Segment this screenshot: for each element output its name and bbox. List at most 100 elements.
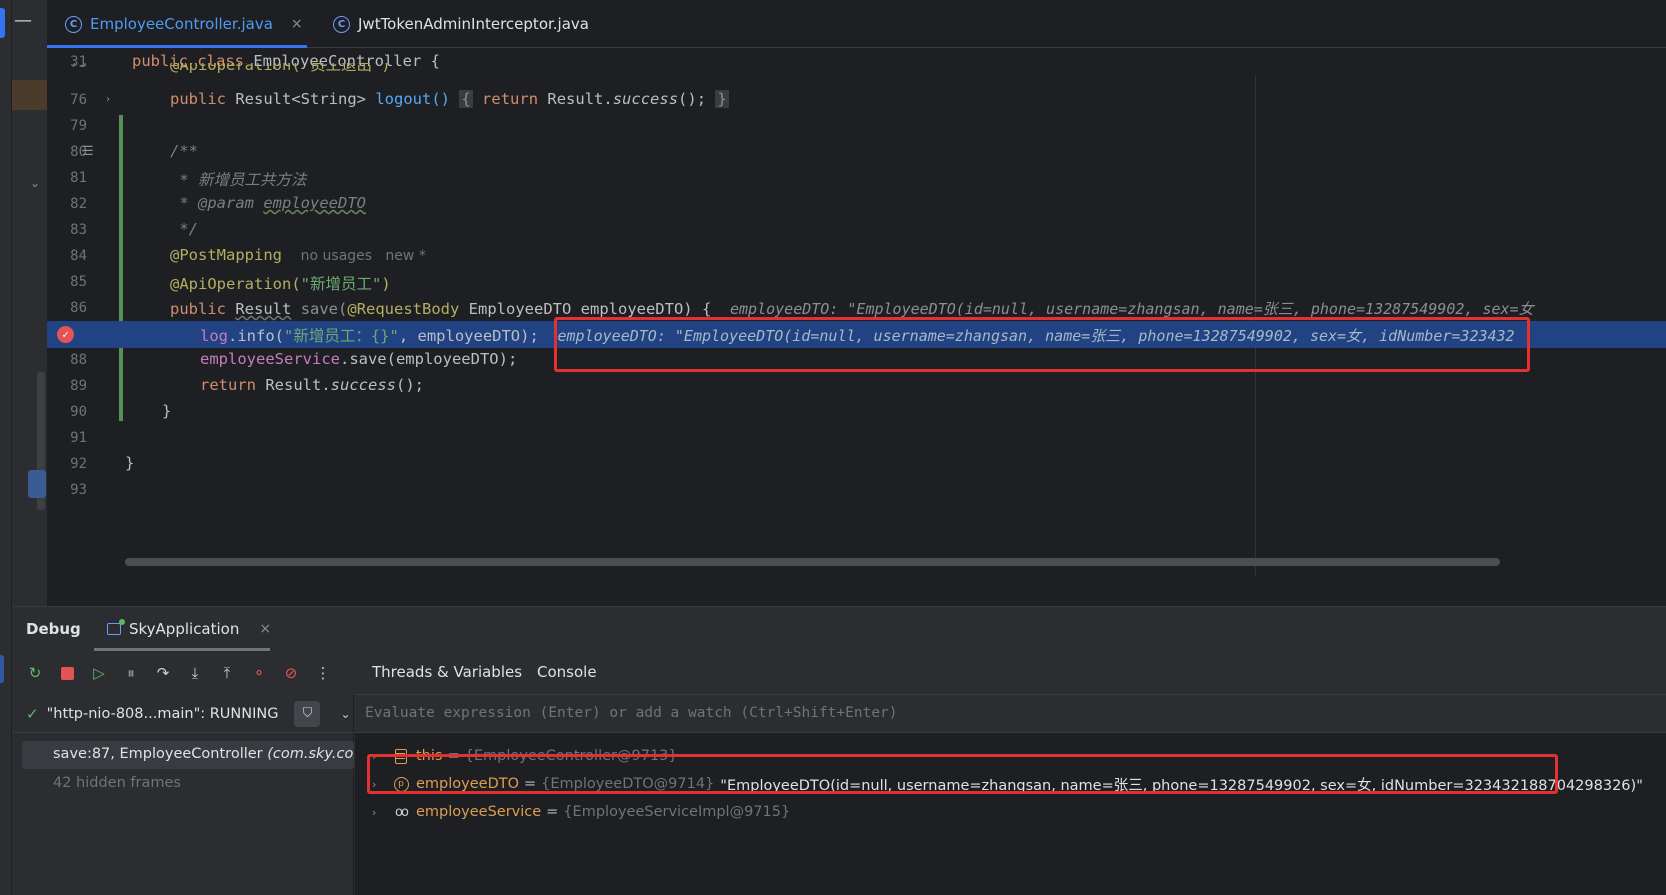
tab-label: JwtTokenAdminInterceptor.java [358, 15, 589, 33]
pause-icon[interactable]: ⏸ [122, 664, 140, 682]
field-icon: oo [395, 804, 409, 820]
chevron-down-icon[interactable]: ⌄ [340, 707, 350, 721]
thread-selector[interactable]: ✓ "http-nio-808...main": RUNNING ⛉ ⌄ [12, 695, 354, 733]
punctuation: (); [395, 376, 424, 394]
close-icon[interactable]: × [291, 16, 303, 32]
filter-icon[interactable]: ⛉ [294, 700, 321, 727]
comment: */ [170, 220, 198, 238]
tab-console[interactable]: Console [537, 663, 597, 681]
javadoc-param: employeeDTO [263, 194, 366, 212]
class-icon: C [65, 15, 82, 33]
chevron-down-icon[interactable]: ⌄ [30, 176, 40, 190]
comment: * 新增员工共方法 [170, 171, 307, 189]
line-number: 79 [70, 118, 87, 134]
stack-frame-row[interactable]: save:87, EmployeeController (com.sky.con… [22, 741, 354, 769]
annotation: @PostMapping [170, 246, 282, 264]
horizontal-scrollbar[interactable] [125, 558, 1500, 566]
tab-threads-variables[interactable]: Threads & Variables [372, 663, 540, 707]
step-into-icon[interactable]: ⤓ [186, 664, 204, 682]
line-number: 92 [70, 456, 87, 472]
code-text: , employeeDTO); [398, 327, 539, 345]
line-number: 90 [70, 404, 87, 420]
hidden-frames-link[interactable]: 42 hidden frames [53, 775, 181, 791]
code-line-76: 76 › public Result<String> logout() { re… [47, 87, 1666, 114]
thread-label: "http-nio-808...main": RUNNING [46, 705, 279, 722]
more-icon[interactable]: ⋮ [314, 664, 332, 682]
code-line-81: 81 * 新增员工共方法 [47, 165, 1666, 192]
highlight-box [554, 317, 1530, 372]
debug-title: Debug [26, 620, 81, 638]
equals-sign: = [546, 804, 559, 820]
method-call: .info( [228, 327, 284, 345]
close-icon[interactable]: × [259, 621, 271, 637]
project-tool-indicator[interactable] [0, 8, 5, 38]
chevron-right-icon[interactable]: › [105, 94, 111, 105]
code-line-91: 91 [47, 425, 1666, 452]
step-over-icon[interactable]: ↷ [154, 664, 172, 682]
code-line-85: 85 @ApiOperation("新增员工") [47, 269, 1666, 296]
line-number: 93 [70, 482, 87, 498]
folded-region[interactable]: } [715, 90, 729, 108]
evaluate-expression-input[interactable]: Evaluate expression (Enter) or add a wat… [355, 695, 1666, 733]
code-line-83: 83 */ [47, 217, 1666, 244]
field-reference: employeeService [200, 350, 340, 368]
keyword: public [170, 300, 226, 318]
debug-tool-indicator[interactable] [0, 655, 4, 683]
method-name: save( [300, 300, 348, 318]
annotation: @RequestBody [347, 300, 460, 318]
code-text: EmployeeDTO employeeDTO) { [459, 300, 712, 318]
line-number: 76 [70, 92, 87, 108]
debug-subtabs: Threads & Variables Console [355, 651, 1666, 707]
collapse-icon[interactable]: — [14, 10, 32, 31]
tab-employee-controller[interactable]: C EmployeeController.java × [47, 0, 321, 48]
line-number: 86 [70, 300, 87, 316]
line-number: 80 [70, 144, 87, 160]
code-line-90: 90 } [47, 399, 1666, 426]
step-out-icon[interactable]: ⤒ [218, 664, 236, 682]
mute-breakpoints-icon[interactable]: ⊘ [282, 664, 300, 682]
variable-row-employeeService[interactable]: › oo employeeService = {EmployeeServiceI… [355, 798, 1666, 826]
debug-panel: Debug SkyApplication × ↻ ▷ ⏸ ↷ ⤓ ⤒ ⚬ ⊘ ⋮… [12, 606, 1666, 895]
keyword: return [200, 376, 256, 394]
check-icon: ✓ [26, 704, 39, 723]
application-icon [107, 619, 125, 635]
render-doc-icon[interactable]: ☰ [82, 144, 94, 159]
line-number: 82 [70, 196, 87, 212]
tab-jwt-interceptor[interactable]: C JwtTokenAdminInterceptor.java [315, 0, 607, 48]
annotation: @ApiOperation( [170, 275, 301, 293]
run-config-tab[interactable]: SkyApplication × [107, 619, 271, 638]
variable-name: employeeService [416, 804, 542, 820]
javadoc-tag: * @param [170, 194, 254, 212]
tool-window-strip [0, 0, 12, 895]
line-number: 81 [70, 170, 87, 186]
usage-hint[interactable]: no usages new * [301, 248, 426, 264]
method-name: logout() [375, 90, 450, 108]
resume-icon[interactable]: ▷ [90, 664, 108, 682]
type: Result [235, 300, 292, 318]
current-position-marker [28, 470, 46, 498]
folded-region[interactable]: { [459, 90, 473, 108]
code-line-80: 80 ☰ /** [47, 139, 1666, 166]
class-icon: C [333, 15, 350, 33]
brace: } [162, 402, 172, 420]
line-number: 85 [70, 274, 87, 290]
breakpoint-icon[interactable]: ✓ [57, 326, 74, 343]
variable-type: {EmployeeServiceImpl@9715} [563, 804, 791, 820]
tab-label: Threads & Variables [372, 663, 523, 681]
call-target: Result. [547, 90, 613, 108]
chevron-right-icon[interactable]: › [372, 806, 392, 819]
type: Result<String> [235, 90, 366, 108]
code-line-82: 82 * @param employeeDTO [47, 191, 1666, 218]
rerun-icon[interactable]: ↻ [26, 664, 44, 682]
frame-package: (com.sky.controller) [267, 746, 354, 762]
change-marker [12, 80, 47, 110]
line-number: 91 [70, 430, 87, 446]
debug-toolbar: ↻ ▷ ⏸ ↷ ⤓ ⤒ ⚬ ⊘ ⋮ [12, 651, 354, 695]
editor-tab-bar: C EmployeeController.java × C JwtTokenAd… [47, 0, 1666, 48]
view-breakpoints-icon[interactable]: ⚬ [250, 664, 268, 682]
annotation: @ApiOperation("员工退出") [170, 63, 391, 74]
stop-icon[interactable] [58, 664, 76, 682]
code-editor[interactable]: 31 public class EmployeeController { 75 … [47, 49, 1666, 606]
keyword: public [170, 90, 226, 108]
code-line-84: 84 @PostMapping no usages new * [47, 243, 1666, 270]
